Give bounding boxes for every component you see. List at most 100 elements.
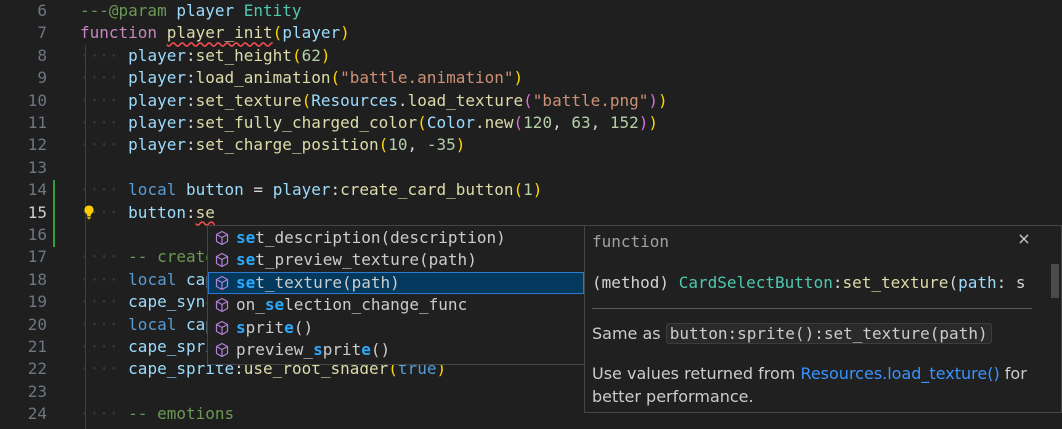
code-line[interactable]: 8 ···· player:set_height(62) bbox=[0, 45, 1062, 67]
line-code: ···· player:set_charge_position(10, -35) bbox=[80, 134, 465, 156]
line-number: 18 bbox=[27, 269, 47, 289]
whitespace-marker: ···· bbox=[80, 45, 129, 65]
details-separator bbox=[592, 308, 1032, 309]
code-line[interactable]: 9 ···· player:load_animation("battle.anim… bbox=[0, 67, 1062, 89]
line-number: 22 bbox=[27, 359, 47, 379]
whitespace-marker: ···· bbox=[80, 269, 129, 289]
suggest-item-label: sprite() bbox=[236, 317, 313, 339]
label-text: prit bbox=[245, 317, 285, 337]
code-line[interactable]: 10 ···· player:set_texture(Resources.load… bbox=[0, 90, 1062, 112]
method-cube-icon bbox=[215, 230, 229, 246]
doc-inline-code: button:sprite():set_texture(path) bbox=[665, 323, 992, 344]
whitespace-marker: ···· bbox=[80, 314, 129, 334]
suggest-item[interactable]: preview_sprite() bbox=[208, 339, 584, 361]
details-doc-use-line2: better performance. bbox=[592, 387, 754, 406]
close-icon[interactable]: × bbox=[1016, 231, 1032, 247]
whitespace-marker: ···· bbox=[80, 90, 129, 110]
code-token: ) bbox=[340, 23, 350, 43]
method-cube-icon bbox=[215, 253, 229, 268]
whitespace-marker: ···· bbox=[80, 247, 129, 267]
code-token: ( bbox=[523, 90, 533, 110]
line-number: 21 bbox=[27, 337, 47, 356]
match-highlight: e bbox=[361, 340, 371, 359]
label-text: t_preview_texture(path) bbox=[255, 250, 477, 270]
method-cube-icon bbox=[215, 320, 229, 335]
whitespace-marker: ···· bbox=[80, 68, 129, 88]
whitespace-marker: ···· bbox=[80, 337, 129, 356]
line-number: 10 bbox=[27, 90, 47, 110]
code-line[interactable]: 6 ---@param player Entity bbox=[0, 0, 1062, 22]
suggest-widget[interactable]: set_description(description) set_preview_… bbox=[207, 225, 585, 365]
code-token: ( bbox=[330, 68, 341, 88]
line-number: 19 bbox=[27, 292, 47, 312]
code-token: ( bbox=[301, 90, 312, 110]
line-code: ···· local cap bbox=[80, 269, 215, 291]
code-token: 10 bbox=[388, 135, 408, 155]
code-token: 62 bbox=[301, 45, 321, 65]
line-code: ···· local cap bbox=[80, 314, 215, 336]
details-doc-use: Use values returned from Resources.load_… bbox=[592, 362, 1027, 385]
whitespace-marker: ···· bbox=[80, 404, 129, 424]
sig-rest: : s bbox=[996, 273, 1026, 292]
label-text: () bbox=[293, 317, 314, 337]
line-code: ···· -- create bbox=[80, 246, 215, 268]
line-number: 7 bbox=[37, 23, 47, 43]
code-token: ( bbox=[272, 23, 283, 43]
code-line[interactable]: 7 function player_init(player) bbox=[0, 22, 1062, 44]
code-line[interactable]: 12 ···· player:set_charge_position(10, -3… bbox=[0, 134, 1062, 156]
sig-function: set_texture bbox=[842, 273, 949, 292]
code-token: : bbox=[185, 202, 196, 222]
label-text: t_texture(path) bbox=[255, 272, 400, 292]
code-line[interactable]: 13 bbox=[0, 157, 1062, 179]
doc-link-load-texture[interactable]: Resources.load_texture() bbox=[800, 364, 999, 383]
code-token: player bbox=[282, 23, 341, 43]
code-token: set_texture bbox=[195, 90, 302, 110]
code-line[interactable]: 15 ···· button:se bbox=[0, 202, 1062, 224]
label-text: preview_ bbox=[236, 340, 314, 359]
suggest-item[interactable]: set_texture(path) bbox=[208, 271, 584, 295]
line-number: 17 bbox=[27, 247, 47, 267]
code-token: function bbox=[80, 23, 158, 43]
code-token: 120 bbox=[523, 113, 553, 132]
label-text: t_description(description) bbox=[255, 228, 506, 247]
whitespace-marker: ···· bbox=[80, 135, 129, 155]
code-token: 63 bbox=[571, 113, 591, 132]
details-doc-same-as: Same as button:sprite():set_texture(path… bbox=[592, 322, 992, 345]
code-token: 1 bbox=[523, 180, 533, 200]
suggest-item[interactable]: set_description(description) bbox=[208, 227, 584, 249]
code-token: button bbox=[185, 180, 244, 200]
details-scrollbar[interactable] bbox=[1051, 264, 1059, 298]
suggest-item[interactable]: on_selection_change_func bbox=[208, 294, 584, 316]
method-cube-icon bbox=[215, 298, 229, 313]
code-token: local bbox=[128, 314, 177, 334]
sig-param: path bbox=[958, 273, 997, 292]
code-token: . bbox=[397, 90, 408, 110]
sig-paren: ( bbox=[948, 273, 959, 292]
lightbulb-icon[interactable] bbox=[81, 204, 97, 220]
line-code: ···· cape_sync bbox=[80, 291, 215, 313]
code-token: ( bbox=[378, 135, 389, 155]
line-code: ···· local button = player:create_card_b… bbox=[80, 179, 542, 201]
code-line[interactable]: 14 ···· local button = player:create_card… bbox=[0, 179, 1062, 201]
match-highlight: s bbox=[236, 317, 246, 337]
code-token: ( bbox=[513, 180, 524, 200]
code-line[interactable]: 11 ···· player:set_fully_charged_color(Co… bbox=[0, 112, 1062, 134]
line-code: function player_init(player) bbox=[80, 22, 350, 44]
suggest-item[interactable]: sprite() bbox=[208, 317, 584, 339]
code-token: set_fully_charged_color bbox=[195, 113, 418, 132]
suggest-item[interactable]: set_preview_texture(path) bbox=[208, 249, 584, 271]
code-token: 152 bbox=[609, 113, 639, 132]
code-token: , bbox=[590, 113, 610, 132]
code-token: local bbox=[128, 269, 177, 289]
sig-kind: (method) bbox=[592, 273, 679, 292]
code-token: button bbox=[128, 202, 186, 222]
code-token: player bbox=[128, 68, 186, 88]
code-token: : bbox=[185, 45, 196, 65]
match-highlight: e bbox=[284, 317, 294, 337]
code-token: player bbox=[128, 45, 186, 65]
label-text: lection_change_func bbox=[284, 295, 468, 315]
code-token: : bbox=[185, 90, 196, 110]
